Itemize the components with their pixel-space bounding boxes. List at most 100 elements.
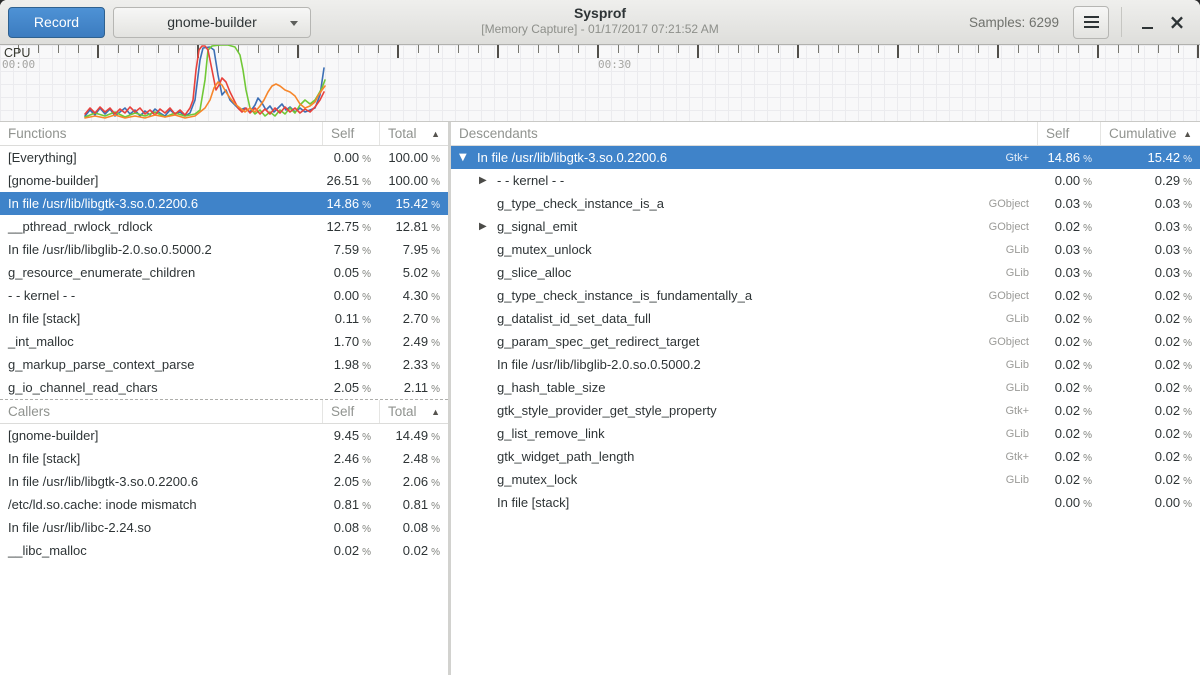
symbol-name: g_io_channel_read_chars	[0, 380, 322, 395]
table-row[interactable]: g_type_check_instance_is_fundamentally_a…	[451, 284, 1200, 307]
percent-value: 0.29%	[1100, 173, 1200, 188]
table-row[interactable]: [gnome-builder]9.45%14.49%	[0, 424, 448, 447]
main-area: Functions Self Total▲ [Everything]0.00%1…	[0, 122, 1200, 675]
table-row[interactable]: g_list_remove_linkGLib0.02%0.02%	[451, 422, 1200, 445]
table-row[interactable]: g_resource_enumerate_children0.05%5.02%	[0, 261, 448, 284]
symbol-name: g_mutex_lockGLib	[451, 472, 1037, 487]
symbol-name: _int_malloc	[0, 334, 322, 349]
percent-value: 15.42%	[379, 196, 448, 211]
table-row[interactable]: g_param_spec_get_redirect_targetGObject0…	[451, 330, 1200, 353]
table-row[interactable]: g_type_check_instance_is_aGObject0.03%0.…	[451, 192, 1200, 215]
table-row[interactable]: In file /usr/lib/libgtk-3.so.0.2200.614.…	[0, 192, 448, 215]
percent-value: 4.30%	[379, 288, 448, 303]
record-button[interactable]: Record	[8, 7, 105, 38]
symbol-name: ▼In file /usr/lib/libgtk-3.so.0.2200.6Gt…	[451, 150, 1037, 165]
callers-column-header[interactable]: Callers	[0, 400, 322, 423]
table-row[interactable]: In file /usr/lib/libc-2.24.so0.08%0.08%	[0, 516, 448, 539]
process-selector-value: gnome-builder	[167, 14, 257, 30]
table-row[interactable]: __pthread_rwlock_rdlock12.75%12.81%	[0, 215, 448, 238]
percent-value: 0.02%	[1100, 311, 1200, 326]
functions-self-column-header[interactable]: Self	[322, 122, 379, 145]
percent-value: 0.02%	[1100, 288, 1200, 303]
library-tag: GLib	[1006, 382, 1037, 394]
table-row[interactable]: ▶- - kernel - -0.00%0.29%	[451, 169, 1200, 192]
table-row[interactable]: - - kernel - -0.00%4.30%	[0, 284, 448, 307]
library-tag: GObject	[989, 221, 1037, 233]
expander-expanded-icon[interactable]: ▼	[459, 152, 477, 163]
table-row[interactable]: In file [stack]0.11%2.70%	[0, 307, 448, 330]
symbol-name: In file /usr/lib/libgtk-3.so.0.2200.6	[0, 474, 322, 489]
table-row[interactable]: In file [stack]2.46%2.48%	[0, 447, 448, 470]
table-row[interactable]: g_hash_table_sizeGLib0.02%0.02%	[451, 376, 1200, 399]
table-row[interactable]: ▶g_signal_emitGObject0.02%0.03%	[451, 215, 1200, 238]
table-row[interactable]: g_slice_allocGLib0.03%0.03%	[451, 261, 1200, 284]
expander-collapsed-icon[interactable]: ▶	[479, 221, 497, 232]
descendants-self-column-header[interactable]: Self	[1037, 122, 1100, 145]
table-row[interactable]: ▼In file /usr/lib/libgtk-3.so.0.2200.6Gt…	[451, 146, 1200, 169]
percent-value: 0.03%	[1037, 242, 1100, 257]
percent-value: 0.03%	[1100, 219, 1200, 234]
symbol-name: - - kernel - -	[0, 288, 322, 303]
symbol-name: g_type_check_instance_is_aGObject	[451, 196, 1037, 211]
descendants-header: Descendants Self Cumulative▲	[451, 122, 1200, 146]
table-row[interactable]: g_io_channel_read_chars2.05%2.11%	[0, 376, 448, 399]
library-tag: GLib	[1006, 428, 1037, 440]
callers-rows: [gnome-builder]9.45%14.49%In file [stack…	[0, 424, 448, 562]
expander-collapsed-icon[interactable]: ▶	[479, 175, 497, 186]
cpu-orange-line	[85, 82, 325, 118]
library-tag: GLib	[1006, 359, 1037, 371]
minimize-button[interactable]	[1132, 6, 1162, 39]
functions-column-header[interactable]: Functions	[0, 122, 322, 145]
percent-value: 0.02%	[379, 543, 448, 558]
percent-value: 0.03%	[1100, 196, 1200, 211]
symbol-name: [gnome-builder]	[0, 428, 322, 443]
percent-value: 0.03%	[1100, 265, 1200, 280]
percent-value: 0.81%	[322, 497, 379, 512]
symbol-name: __pthread_rwlock_rdlock	[0, 219, 322, 234]
callers-section: Callers Self Total▲ [gnome-builder]9.45%…	[0, 399, 448, 675]
descendants-cumulative-column-header[interactable]: Cumulative▲	[1100, 122, 1200, 145]
sort-ascending-icon: ▲	[1183, 129, 1192, 139]
process-selector-dropdown[interactable]: gnome-builder	[113, 7, 311, 38]
table-row[interactable]: In file /usr/lib/libglib-2.0.so.0.5000.2…	[451, 353, 1200, 376]
percent-value: 2.11%	[379, 380, 448, 395]
cpu-graph[interactable]: CPU 00:00 00:30	[0, 45, 1200, 122]
symbol-name: [Everything]	[0, 150, 322, 165]
close-icon: ×	[1169, 12, 1186, 32]
percent-value: 5.02%	[379, 265, 448, 280]
symbol-name: gtk_style_provider_get_style_propertyGtk…	[451, 403, 1037, 418]
table-row[interactable]: __libc_malloc0.02%0.02%	[0, 539, 448, 562]
table-row[interactable]: In file [stack]0.00%0.00%	[451, 491, 1200, 514]
table-row[interactable]: In file /usr/lib/libglib-2.0.so.0.5000.2…	[0, 238, 448, 261]
functions-total-column-header[interactable]: Total▲	[379, 122, 448, 145]
percent-value: 2.06%	[379, 474, 448, 489]
table-row[interactable]: /etc/ld.so.cache: inode mismatch0.81%0.8…	[0, 493, 448, 516]
percent-value: 0.02%	[1037, 472, 1100, 487]
sysprof-window: Record gnome-builder Sysprof [Memory Cap…	[0, 0, 1200, 675]
table-row[interactable]: [Everything]0.00%100.00%	[0, 146, 448, 169]
menu-button[interactable]	[1073, 6, 1109, 39]
callers-self-column-header[interactable]: Self	[322, 400, 379, 423]
close-button[interactable]: ×	[1162, 6, 1192, 39]
table-row[interactable]: [gnome-builder]26.51%100.00%	[0, 169, 448, 192]
descendants-column-header[interactable]: Descendants	[451, 122, 1037, 145]
table-row[interactable]: g_mutex_lockGLib0.02%0.02%	[451, 468, 1200, 491]
sort-ascending-icon: ▲	[431, 407, 440, 417]
table-row[interactable]: _int_malloc1.70%2.49%	[0, 330, 448, 353]
percent-value: 0.02%	[1037, 426, 1100, 441]
library-tag: GObject	[989, 198, 1037, 210]
table-row[interactable]: gtk_style_provider_get_style_propertyGtk…	[451, 399, 1200, 422]
callers-total-column-header[interactable]: Total▲	[379, 400, 448, 423]
symbol-name: g_markup_parse_context_parse	[0, 357, 322, 372]
functions-rows: [Everything]0.00%100.00%[gnome-builder]2…	[0, 146, 448, 399]
percent-value: 0.02%	[1037, 219, 1100, 234]
sort-ascending-icon: ▲	[431, 129, 440, 139]
table-row[interactable]: gtk_widget_path_lengthGtk+0.02%0.02%	[451, 445, 1200, 468]
table-row[interactable]: In file /usr/lib/libgtk-3.so.0.2200.6 2.0…	[0, 470, 448, 493]
timeline-start-label: 00:00	[2, 58, 35, 71]
percent-value: 0.02%	[1100, 357, 1200, 372]
table-row[interactable]: g_datalist_id_set_data_fullGLib0.02%0.02…	[451, 307, 1200, 330]
symbol-name: ▶- - kernel - -	[451, 173, 1037, 188]
table-row[interactable]: g_mutex_unlockGLib0.03%0.03%	[451, 238, 1200, 261]
table-row[interactable]: g_markup_parse_context_parse1.98%2.33%	[0, 353, 448, 376]
